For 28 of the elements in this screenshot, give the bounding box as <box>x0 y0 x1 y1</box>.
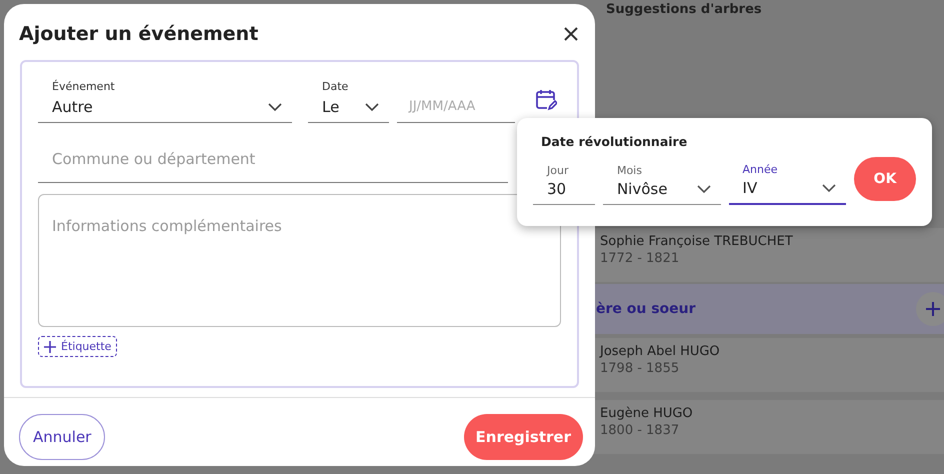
chevron-icon <box>822 184 836 192</box>
notes-field[interactable]: Informations complémentaires <box>38 194 561 327</box>
chevron-icon <box>268 102 282 112</box>
chevron-icon <box>696 184 711 194</box>
calendar-edit-icon <box>535 89 557 111</box>
select-field[interactable]: Mois Nivôse <box>602 164 721 205</box>
event-select[interactable]: Événement Autre <box>38 80 292 123</box>
close-icon <box>563 26 579 42</box>
person-years: 1772 - 1821 <box>600 251 680 266</box>
section-title: ère ou soeur <box>596 301 696 317</box>
add-tag-button[interactable]: Étiquette <box>38 336 118 357</box>
input-field[interactable]: Jour 30 <box>533 164 595 205</box>
add-button[interactable] <box>916 292 944 326</box>
date-qualifier-select[interactable]: Date Le <box>308 80 389 123</box>
plus-icon <box>44 340 56 352</box>
plus-icon <box>925 301 941 317</box>
select-field[interactable]: Année IV <box>728 163 846 205</box>
person-name: Joseph Abel HUGO <box>600 344 721 359</box>
person-years: 1800 - 1837 <box>600 423 680 438</box>
person-name: Sophie Françoise TREBUCHET <box>600 234 794 249</box>
person-name: Eugène HUGO <box>600 406 694 421</box>
dialog-title: Ajouter un événement <box>19 23 258 45</box>
close-button[interactable] <box>563 26 579 42</box>
chevron-icon <box>365 102 379 112</box>
suggestions-link[interactable]: Suggestions d'arbres <box>606 0 944 17</box>
popover-title: Date révolutionnaire <box>540 134 688 149</box>
cancel-button[interactable]: Annuler <box>19 414 106 460</box>
person-years: 1798 - 1855 <box>600 361 680 376</box>
